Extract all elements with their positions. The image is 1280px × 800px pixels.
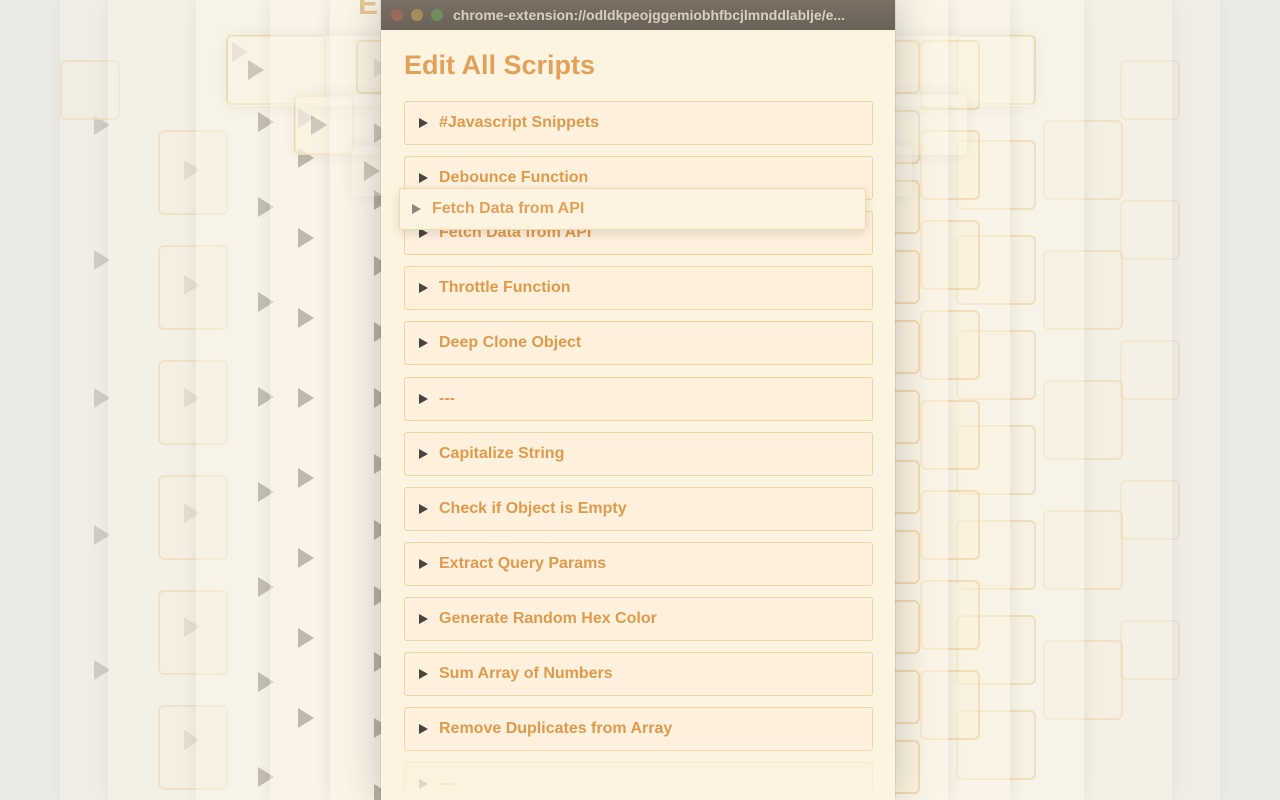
script-item[interactable]: Throttle Function xyxy=(404,266,873,310)
script-item[interactable]: Extract Query Params xyxy=(404,542,873,586)
disclosure-triangle-icon[interactable] xyxy=(419,779,428,789)
script-item[interactable]: --- xyxy=(404,377,873,421)
ghost-triangle-icon xyxy=(298,708,314,728)
dragged-script-item[interactable]: Fetch Data from API xyxy=(399,188,866,230)
script-item-label: Deep Clone Object xyxy=(439,334,582,351)
dragged-script-label: Fetch Data from API xyxy=(432,200,585,217)
disclosure-triangle-icon[interactable] xyxy=(419,338,428,348)
disclosure-triangle-icon[interactable] xyxy=(419,173,428,183)
disclosure-triangle-icon[interactable] xyxy=(419,614,428,624)
ghost-triangle-icon xyxy=(248,60,264,80)
script-item[interactable]: Sum Array of Numbers xyxy=(404,652,873,696)
script-item[interactable]: Capitalize String xyxy=(404,432,873,476)
ghost-title: E xyxy=(358,0,379,21)
disclosure-triangle-icon[interactable] xyxy=(419,669,428,679)
script-item-label: Remove Duplicates from Array xyxy=(439,720,673,737)
script-item[interactable]: #Javascript Snippets xyxy=(404,101,873,145)
screen: E chrome-extension://odldkpeojggemiobhfb… xyxy=(0,0,1280,800)
disclosure-triangle-icon[interactable] xyxy=(419,394,428,404)
disclosure-triangle-icon[interactable] xyxy=(419,118,428,128)
ghost-triangle-icon xyxy=(298,308,314,328)
script-item-label: Debounce Function xyxy=(439,169,589,186)
ghost-triangle-icon xyxy=(364,161,380,181)
script-item[interactable]: Generate Random Hex Color xyxy=(404,597,873,641)
ghost-triangle-icon xyxy=(298,228,314,248)
ghost-triangle-icon xyxy=(311,115,327,135)
ghost-triangle-icon xyxy=(298,388,314,408)
script-item-label: Sum Array of Numbers xyxy=(439,665,613,682)
disclosure-triangle-icon[interactable] xyxy=(419,449,428,459)
disclosure-triangle-icon[interactable] xyxy=(419,283,428,293)
page-title: Edit All Scripts xyxy=(404,50,596,80)
script-item-label: --- xyxy=(439,775,455,792)
disclosure-triangle-icon[interactable] xyxy=(419,559,428,569)
minimize-window-button[interactable] xyxy=(411,9,423,21)
extension-window: chrome-extension://odldkpeojggemiobhfbcj… xyxy=(381,0,895,800)
script-item-label: #Javascript Snippets xyxy=(439,114,600,131)
script-item-label: Generate Random Hex Color xyxy=(439,610,657,627)
ghost-triangle-icon xyxy=(298,468,314,488)
script-item[interactable]: Check if Object is Empty xyxy=(404,487,873,531)
disclosure-triangle-icon[interactable] xyxy=(419,724,428,734)
script-item-label: Extract Query Params xyxy=(439,555,607,572)
close-window-button[interactable] xyxy=(391,9,403,21)
script-item-label: Capitalize String xyxy=(439,445,565,462)
disclosure-triangle-icon[interactable] xyxy=(419,504,428,514)
script-item[interactable]: Remove Duplicates from Array xyxy=(404,707,873,751)
script-item-label: --- xyxy=(439,390,455,407)
disclosure-triangle-icon xyxy=(412,204,421,214)
script-item[interactable]: --- xyxy=(404,762,873,800)
script-item-label: Throttle Function xyxy=(439,279,571,296)
zoom-window-button[interactable] xyxy=(431,9,443,21)
ghost-triangle-icon xyxy=(298,548,314,568)
window-url: chrome-extension://odldkpeojggemiobhfbcj… xyxy=(453,7,846,23)
window-titlebar: chrome-extension://odldkpeojggemiobhfbcj… xyxy=(381,0,895,30)
ghost-triangle-icon xyxy=(298,628,314,648)
script-item[interactable]: Deep Clone Object xyxy=(404,321,873,365)
script-item-label: Check if Object is Empty xyxy=(439,500,627,517)
